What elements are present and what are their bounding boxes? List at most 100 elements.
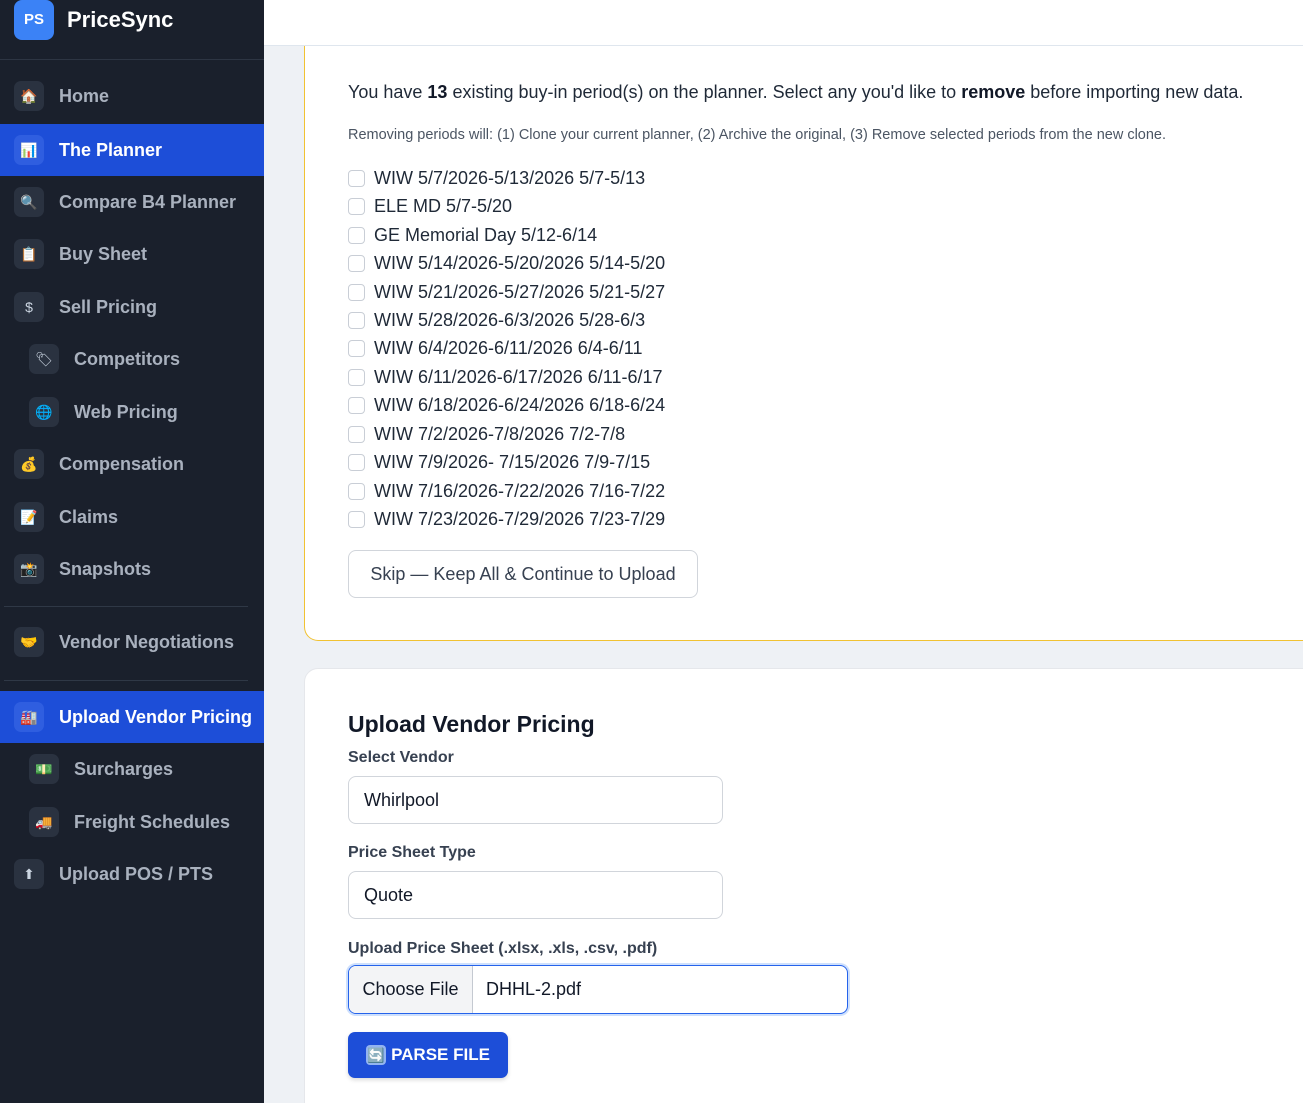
sidebar-divider xyxy=(4,606,248,607)
sidebar-item-label: Surcharges xyxy=(74,758,174,779)
sidebar-item-label: Competitors xyxy=(74,348,181,369)
period-checkbox[interactable] xyxy=(348,368,365,386)
sidebar-item-label: Compensation xyxy=(59,453,185,474)
period-label: WIW 5/28/2026-6/3/2026 5/28-6/3 xyxy=(374,309,646,330)
periods-intro-text: You have 13 existing buy-in period(s) on… xyxy=(348,82,1243,103)
sidebar-item-claims[interactable]: 📝 Claims xyxy=(0,491,264,543)
choose-file-button[interactable]: Choose File xyxy=(349,966,473,1013)
sidebar-item-sell-pricing[interactable]: $ Sell Pricing xyxy=(0,281,264,333)
period-row: WIW 7/23/2026-7/29/2026 7/23-7/29 xyxy=(348,507,665,531)
vendor-select-value: Whirlpool xyxy=(364,789,440,810)
sidebar-item-compensation[interactable]: 💰 Compensation xyxy=(0,438,264,490)
period-row: WIW 7/16/2026-7/22/2026 7/16-7/22 xyxy=(348,479,665,503)
brand[interactable]: PS PriceSync xyxy=(0,0,264,60)
intro-prefix: You have xyxy=(348,82,428,102)
period-row: WIW 5/7/2026-5/13/2026 5/7-5/13 xyxy=(348,166,645,190)
parse-file-label: PARSE FILE xyxy=(391,1045,490,1064)
period-label: WIW 6/11/2026-6/17/2026 6/11-6/17 xyxy=(374,366,663,387)
sidebar: PS PriceSync 🏠 Home 📊 The Planner 🔍 Comp… xyxy=(0,0,264,1103)
price-sheet-type-select[interactable]: Quote xyxy=(348,871,723,919)
period-row: WIW 6/18/2026-6/24/2026 6/18-6/24 xyxy=(348,393,665,417)
vendor-select[interactable]: Whirlpool xyxy=(348,776,723,824)
period-row: WIW 5/21/2026-5/27/2026 5/21-5/27 xyxy=(348,280,665,304)
top-bar xyxy=(264,0,1303,46)
sidebar-item-label: Compare B4 Planner xyxy=(59,191,237,212)
price-sheet-type-value: Quote xyxy=(364,884,414,905)
home-icon: 🏠 xyxy=(14,81,44,111)
sidebar-item-web-pricing[interactable]: 🌐 Web Pricing xyxy=(0,386,264,438)
upload-price-sheet-label: Upload Price Sheet (.xlsx, .xls, .csv, .… xyxy=(348,940,658,957)
period-checkbox[interactable] xyxy=(348,482,365,500)
period-label: WIW 7/16/2026-7/22/2026 7/16-7/22 xyxy=(374,480,666,501)
sidebar-item-upload-pos-pts[interactable]: ⬆ Upload POS / PTS xyxy=(0,848,264,900)
dollar-icon: $ xyxy=(14,292,44,322)
period-label: WIW 5/14/2026-5/20/2026 5/14-5/20 xyxy=(374,252,666,273)
period-label: WIW 5/7/2026-5/13/2026 5/7-5/13 xyxy=(374,167,646,188)
file-input[interactable]: Choose File DHHL-2.pdf xyxy=(348,965,848,1014)
sidebar-item-home[interactable]: 🏠 Home xyxy=(0,70,264,122)
cash-icon: 💵 xyxy=(29,754,59,784)
sidebar-item-upload-vendor-pricing[interactable]: 🏭 Upload Vendor Pricing xyxy=(0,691,264,743)
sidebar-item-label: Sell Pricing xyxy=(59,296,158,317)
sidebar-item-label: Freight Schedules xyxy=(74,811,231,832)
selected-file-name: DHHL-2.pdf xyxy=(486,979,582,999)
removal-note: Removing periods will: (1) Clone your cu… xyxy=(348,127,1167,143)
parse-file-button[interactable]: 🔄 PARSE FILE xyxy=(348,1032,508,1078)
sidebar-item-label: Vendor Negotiations xyxy=(59,631,235,652)
period-checkbox[interactable] xyxy=(348,453,365,471)
skip-keep-all-button[interactable]: Skip — Keep All & Continue to Upload xyxy=(348,550,698,598)
sidebar-item-buy-sheet[interactable]: 📋 Buy Sheet xyxy=(0,228,264,280)
truck-icon: 🚚 xyxy=(29,807,59,837)
period-label: WIW 6/18/2026-6/24/2026 6/18-6/24 xyxy=(374,394,666,415)
period-row: WIW 6/4/2026-6/11/2026 6/4-6/11 xyxy=(348,336,643,360)
sidebar-item-label: Upload Vendor Pricing xyxy=(59,706,253,727)
period-label: GE Memorial Day 5/12-6/14 xyxy=(374,224,598,245)
section-title: Upload Vendor Pricing xyxy=(348,711,595,737)
period-checkbox[interactable] xyxy=(348,226,365,244)
tag-icon: 🏷 xyxy=(29,344,59,374)
period-checkbox[interactable] xyxy=(348,425,365,443)
period-label: WIW 5/21/2026-5/27/2026 5/21-5/27 xyxy=(374,281,666,302)
sidebar-item-competitors[interactable]: 🏷 Competitors xyxy=(0,333,264,385)
sidebar-item-label: Snapshots xyxy=(59,558,152,579)
period-label: WIW 6/4/2026-6/11/2026 6/4-6/11 xyxy=(374,337,643,358)
magnifier-icon: 🔍 xyxy=(14,187,44,217)
period-count: 13 xyxy=(427,82,448,102)
period-row: GE Memorial Day 5/12-6/14 xyxy=(348,223,597,247)
period-checkbox[interactable] xyxy=(348,254,365,272)
sidebar-item-compare-b4-planner[interactable]: 🔍 Compare B4 Planner xyxy=(0,176,264,228)
period-checkbox[interactable] xyxy=(348,197,365,215)
period-checkbox[interactable] xyxy=(348,339,365,357)
sidebar-item-snapshots[interactable]: 📸 Snapshots xyxy=(0,543,264,595)
period-label: ELE MD 5/7-5/20 xyxy=(374,195,513,216)
sidebar-item-label: Upload POS / PTS xyxy=(59,863,214,884)
sidebar-item-label: Claims xyxy=(59,506,119,527)
sidebar-item-vendor-negotiations[interactable]: 🤝 Vendor Negotiations xyxy=(0,616,264,668)
period-label: WIW 7/23/2026-7/29/2026 7/23-7/29 xyxy=(374,508,666,529)
handshake-icon: 🤝 xyxy=(14,627,44,657)
period-checkbox[interactable] xyxy=(348,283,365,301)
period-row: WIW 7/9/2026- 7/15/2026 7/9-7/15 xyxy=(348,450,650,474)
sidebar-item-surcharges[interactable]: 💵 Surcharges xyxy=(0,743,264,795)
period-checkbox[interactable] xyxy=(348,396,365,414)
memo-icon: 📝 xyxy=(14,502,44,532)
period-checkbox[interactable] xyxy=(348,169,365,187)
period-row: ELE MD 5/7-5/20 xyxy=(348,194,512,218)
money-bag-icon: 💰 xyxy=(14,449,44,479)
sidebar-item-freight-schedules[interactable]: 🚚 Freight Schedules xyxy=(0,796,264,848)
period-label: WIW 7/2/2026-7/8/2026 7/2-7/8 xyxy=(374,423,626,444)
period-row: WIW 5/14/2026-5/20/2026 5/14-5/20 xyxy=(348,251,665,275)
factory-icon: 🏭 xyxy=(14,702,44,732)
intro-remove-word: remove xyxy=(961,82,1026,102)
period-label: WIW 7/9/2026- 7/15/2026 7/9-7/15 xyxy=(374,451,651,472)
period-row: WIW 5/28/2026-6/3/2026 5/28-6/3 xyxy=(348,308,645,332)
period-checkbox[interactable] xyxy=(348,510,365,528)
sidebar-item-label: Buy Sheet xyxy=(59,243,148,264)
sidebar-item-label: Web Pricing xyxy=(74,401,178,422)
camera-icon: 📸 xyxy=(14,554,44,584)
period-row: WIW 7/2/2026-7/8/2026 7/2-7/8 xyxy=(348,422,625,446)
bar-chart-icon: 📊 xyxy=(14,135,44,165)
refresh-icon: 🔄 xyxy=(366,1045,387,1065)
period-checkbox[interactable] xyxy=(348,311,365,329)
sidebar-item-the-planner[interactable]: 📊 The Planner xyxy=(0,124,264,176)
